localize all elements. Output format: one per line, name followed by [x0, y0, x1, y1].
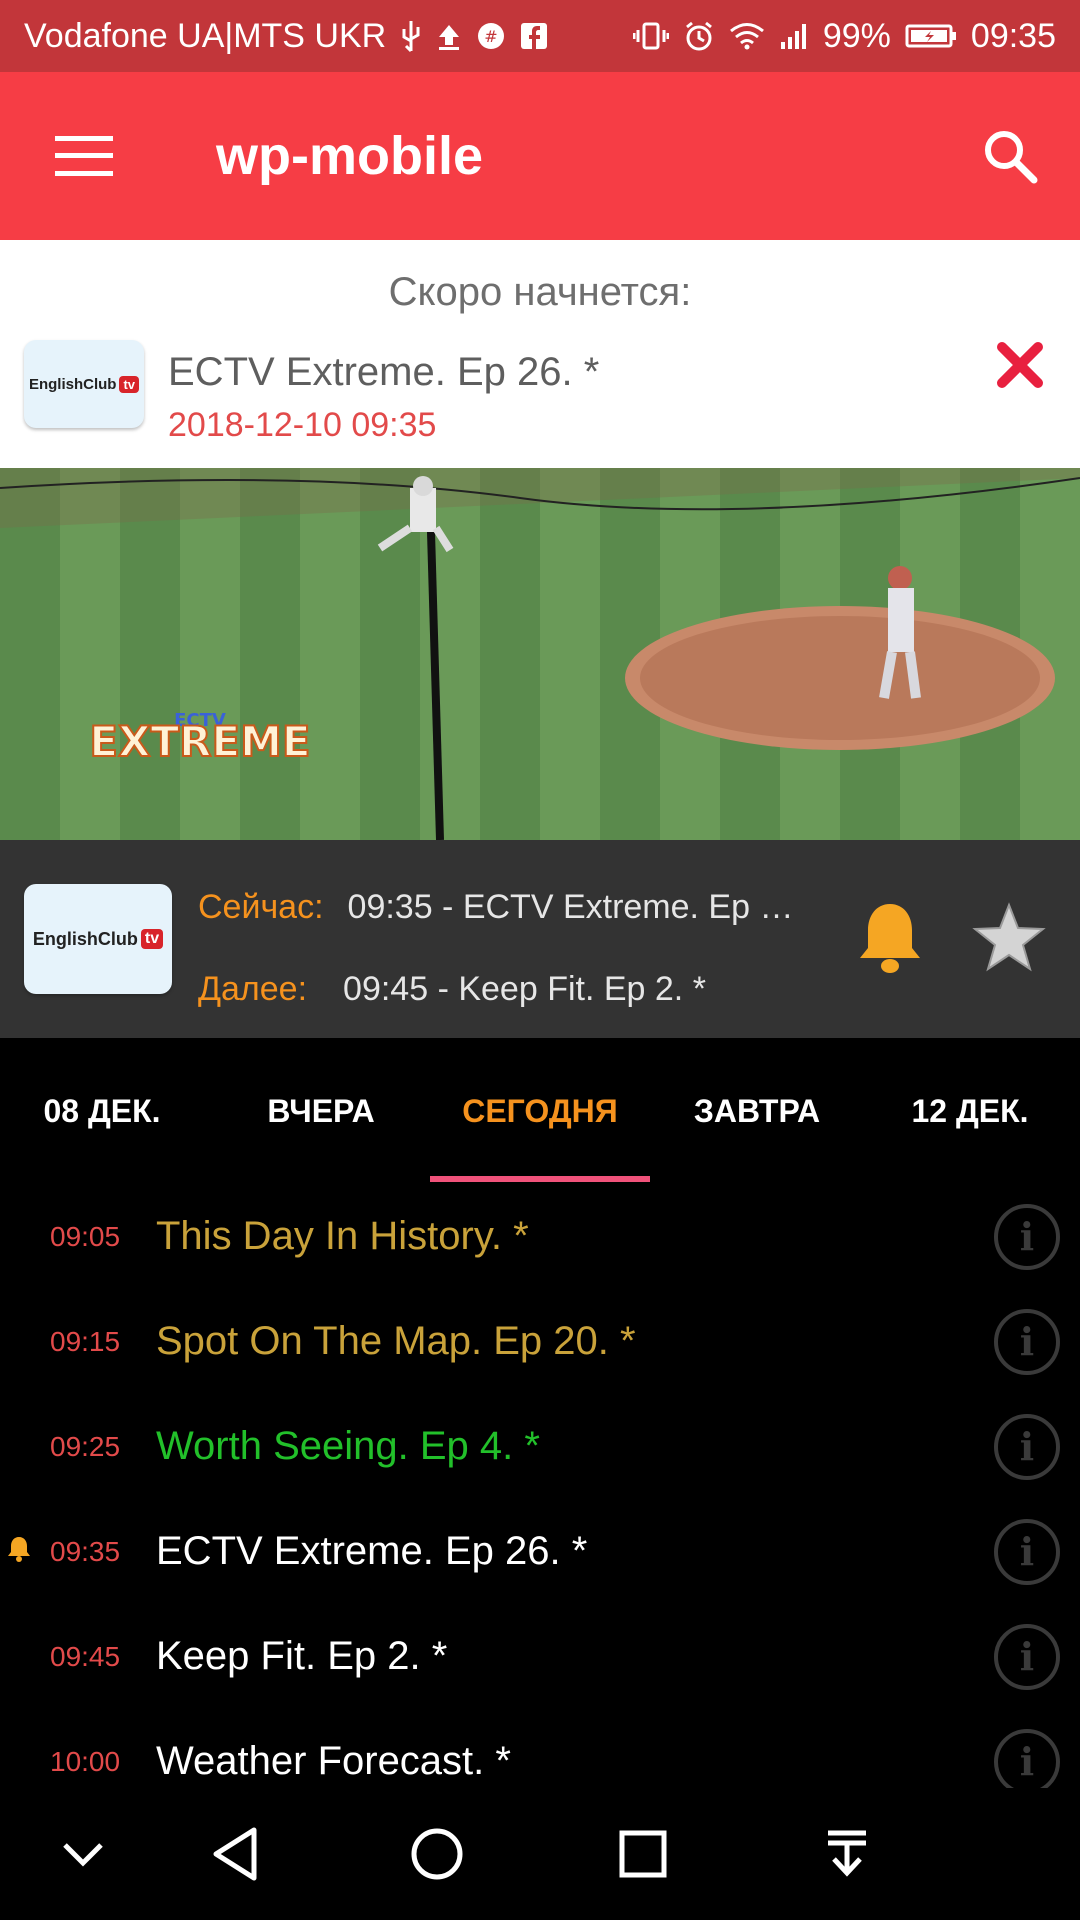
menu-button[interactable]: [0, 72, 168, 240]
tab-today[interactable]: СЕГОДНЯ: [430, 1038, 650, 1184]
program-title: Weather Forecast. *: [156, 1739, 511, 1783]
video-player[interactable]: ECTV EXTREME: [0, 468, 1080, 840]
usb-icon: [400, 19, 422, 53]
tab-tomorrow[interactable]: ЗАВТРА: [656, 1038, 858, 1184]
hide-nav-button[interactable]: [18, 1788, 148, 1920]
now-row: Сейчас: 09:35 - ECTV Extreme. Ep 26. *: [198, 888, 808, 927]
search-button[interactable]: [940, 72, 1080, 240]
info-icon: i: [1019, 1319, 1035, 1364]
schedule-row[interactable]: 09:35 ECTV Extreme. Ep 26. * i: [0, 1499, 1080, 1604]
info-icon: i: [1019, 1214, 1035, 1259]
program-title: Keep Fit. Ep 2. *: [156, 1634, 448, 1678]
battery-percent: 99%: [822, 16, 891, 55]
program-time: 09:35: [50, 1535, 121, 1567]
bell-icon: [6, 1535, 32, 1568]
program-time: 09:45: [50, 1640, 121, 1672]
program-title: ECTV Extreme. Ep 26. *: [156, 1529, 588, 1573]
status-bar: Vodafone UA|MTS UKR # 99% 09:35: [0, 0, 1080, 72]
channel-logo-text: EnglishClub: [32, 928, 138, 949]
info-icon: i: [1019, 1634, 1035, 1679]
info-icon: i: [1019, 1739, 1035, 1784]
upload-icon: [436, 21, 462, 51]
program-title: This Day In History. *: [156, 1214, 529, 1258]
now-label: Сейчас:: [198, 888, 324, 926]
channel-logo-text: EnglishClub: [28, 375, 117, 393]
search-icon: [985, 131, 1038, 184]
upcoming-banner: Скоро начнется: EnglishClub tv ECTV Extr…: [0, 240, 1080, 468]
next-row: Далее: 09:45 - Keep Fit. Ep 2. *: [198, 970, 706, 1009]
vibrate-icon: [632, 21, 669, 51]
channel-logo-badge: tv: [140, 929, 164, 949]
info-icon: i: [1019, 1424, 1035, 1469]
upcoming-program: ECTV Extreme. Ep 26. *: [168, 350, 600, 394]
tab-12-dec[interactable]: 12 ДЕК.: [868, 1038, 1072, 1184]
facebook-icon: [520, 22, 548, 50]
date-tabs: 08 ДЕК. ВЧЕРА СЕГОДНЯ ЗАВТРА 12 ДЕК.: [0, 1038, 1080, 1184]
clock: 09:35: [970, 16, 1056, 55]
info-button[interactable]: i: [994, 1203, 1060, 1270]
program-title: Spot On The Map. Ep 20. *: [156, 1319, 636, 1363]
next-label: Далее:: [198, 970, 308, 1008]
app-notification-icon: #: [476, 21, 506, 51]
schedule-row[interactable]: 09:25 Worth Seeing. Ep 4. * i: [0, 1394, 1080, 1499]
schedule-row[interactable]: 09:05 This Day In History. * i: [0, 1184, 1080, 1289]
back-triangle-icon: [213, 1827, 257, 1881]
info-button[interactable]: i: [994, 1623, 1060, 1690]
schedule-row[interactable]: 09:15 Spot On The Map. Ep 20. * i: [0, 1289, 1080, 1394]
favorite-button[interactable]: [972, 902, 1046, 977]
now-next-panel: EnglishClub tv Сейчас: 09:35 - ECTV Extr…: [0, 840, 1080, 1038]
schedule-row[interactable]: 09:45 Keep Fit. Ep 2. * i: [0, 1604, 1080, 1709]
now-value: 09:35 - ECTV Extreme. Ep 26. *: [347, 888, 808, 926]
channel-logo-badge: tv: [119, 375, 140, 393]
bell-icon: [860, 904, 920, 973]
info-button[interactable]: i: [994, 1308, 1060, 1375]
close-icon: [997, 342, 1043, 388]
info-button[interactable]: i: [994, 1518, 1060, 1585]
extreme-logo: ECTV EXTREME: [88, 710, 311, 767]
battery-charging-icon: [905, 23, 957, 49]
svg-text:#: #: [485, 27, 498, 46]
next-value: 09:45 - Keep Fit. Ep 2. *: [343, 970, 706, 1008]
navigation-bar: [0, 1788, 1080, 1920]
program-time: 10:00: [50, 1745, 121, 1777]
video-frame: ECTV EXTREME: [0, 468, 1080, 840]
recents-button[interactable]: [578, 1788, 708, 1920]
alarm-clock-icon: [683, 20, 715, 52]
info-icon: i: [1019, 1529, 1035, 1574]
svg-text:EXTREME: EXTREME: [89, 717, 310, 766]
info-button[interactable]: i: [994, 1728, 1060, 1795]
wifi-icon: [729, 22, 765, 50]
back-button[interactable]: [170, 1788, 300, 1920]
home-circle-icon: [411, 1828, 463, 1880]
program-time: 09:15: [50, 1325, 121, 1357]
channel-logo: EnglishClub tv: [24, 340, 144, 428]
info-button[interactable]: i: [994, 1413, 1060, 1480]
hamburger-icon: [55, 136, 113, 176]
app-title: wp-mobile: [216, 126, 483, 186]
active-tab-indicator: [430, 1176, 650, 1182]
star-icon: [972, 902, 1046, 972]
upcoming-heading: Скоро начнется:: [388, 270, 692, 314]
recents-square-icon: [619, 1830, 667, 1878]
reminder-button[interactable]: [856, 900, 924, 981]
signal-icon: [779, 22, 809, 50]
upcoming-datetime: 2018-12-10 09:35: [168, 406, 437, 444]
app-bar: wp-mobile: [0, 72, 1080, 240]
tab-08-dec[interactable]: 08 ДЕК.: [0, 1038, 204, 1184]
pull-down-icon: [828, 1830, 866, 1877]
tab-yesterday[interactable]: ВЧЕРА: [218, 1038, 424, 1184]
program-time: 09:25: [50, 1430, 121, 1462]
program-title: Worth Seeing. Ep 4. *: [156, 1424, 540, 1468]
notifications-pull-button[interactable]: [782, 1788, 912, 1920]
chevron-down-icon: [63, 1843, 103, 1867]
dismiss-button[interactable]: [985, 330, 1055, 400]
carrier-name: Vodafone UA|MTS UKR: [24, 16, 387, 55]
program-time: 09:05: [50, 1220, 121, 1252]
channel-logo[interactable]: EnglishClub tv: [24, 884, 172, 994]
home-button[interactable]: [372, 1788, 502, 1920]
